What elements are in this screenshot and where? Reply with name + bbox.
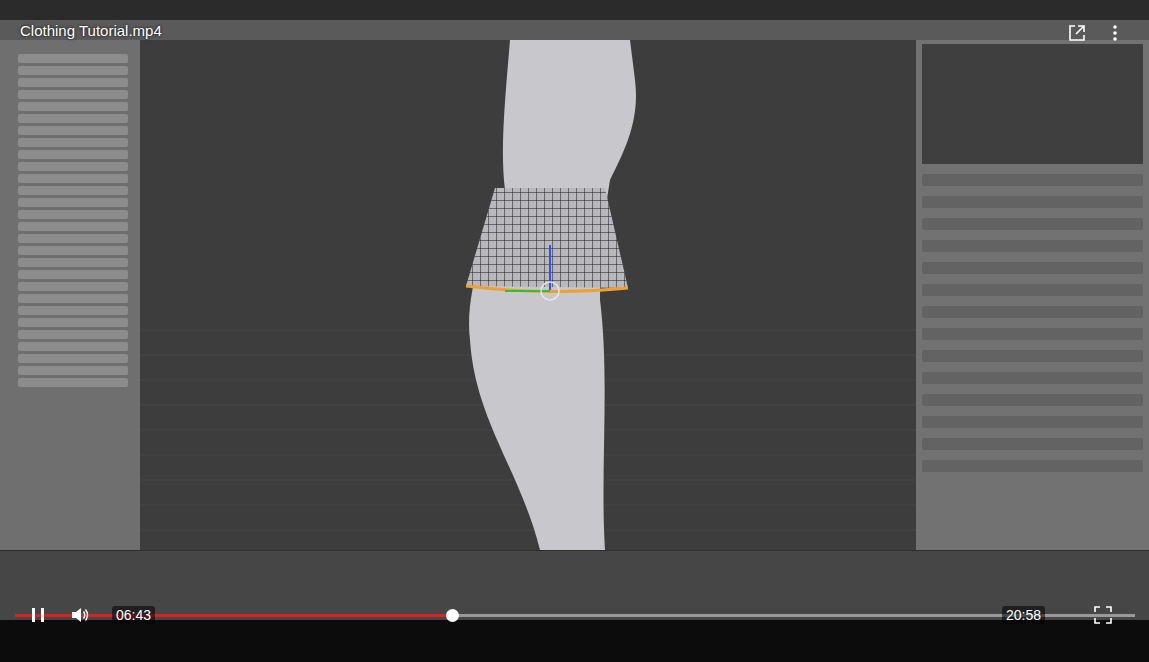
recorded-taskbar: [0, 620, 1149, 662]
recorded-tool-row: [18, 198, 128, 207]
recorded-tool-row: [18, 246, 128, 255]
recorded-tool-row: [18, 138, 128, 147]
recorded-tool-row: [18, 210, 128, 219]
recorded-property-row: [922, 372, 1143, 384]
video-frame: [0, 0, 1149, 662]
recorded-tool-row: [18, 162, 128, 171]
recorded-tool-row: [18, 102, 128, 111]
recorded-property-row: [922, 328, 1143, 340]
recorded-property-row: [922, 416, 1143, 428]
recorded-tool-row: [18, 174, 128, 183]
recorded-tool-row: [18, 234, 128, 243]
recorded-tool-row: [18, 78, 128, 87]
duration: 20:58: [1002, 606, 1045, 624]
recorded-property-row: [922, 394, 1143, 406]
progress-knob[interactable]: [446, 609, 459, 622]
recorded-property-row: [922, 460, 1143, 472]
recorded-property-row: [922, 196, 1143, 208]
recorded-tool-row: [18, 330, 128, 339]
control-bar: 06:43 20:58: [28, 605, 1113, 625]
popout-icon[interactable]: [1067, 23, 1087, 43]
recorded-tool-row: [18, 282, 128, 291]
recorded-tool-row: [18, 222, 128, 231]
more-options-icon[interactable]: [1105, 23, 1125, 43]
recorded-tool-row: [18, 306, 128, 315]
recorded-viewport: [140, 40, 916, 550]
recorded-property-row: [922, 306, 1143, 318]
recorded-property-row: [922, 174, 1143, 186]
recorded-property-row: [922, 284, 1143, 296]
volume-icon[interactable]: [70, 605, 90, 625]
recorded-timeline: [0, 550, 1149, 620]
recorded-property-row: [922, 218, 1143, 230]
recorded-header: [0, 0, 1149, 40]
recorded-tool-row: [18, 54, 128, 63]
recorded-outliner: [922, 44, 1143, 164]
recorded-property-row: [922, 240, 1143, 252]
recorded-tool-row: [18, 318, 128, 327]
recorded-tool-row: [18, 294, 128, 303]
fullscreen-icon[interactable]: [1093, 605, 1113, 625]
progress-bar[interactable]: [15, 614, 1135, 617]
video-player[interactable]: Clothing Tutorial.mp4 06:43 20:58: [0, 0, 1149, 662]
recorded-tool-row: [18, 270, 128, 279]
recorded-tool-panel: [0, 40, 140, 550]
video-title: Clothing Tutorial.mp4: [20, 22, 162, 39]
recorded-tool-row: [18, 354, 128, 363]
recorded-tool-row: [18, 186, 128, 195]
recorded-tool-row: [18, 66, 128, 75]
recorded-tool-row: [18, 342, 128, 351]
recorded-property-row: [922, 262, 1143, 274]
recorded-tool-row: [18, 258, 128, 267]
recorded-tool-row: [18, 150, 128, 159]
recorded-tool-row: [18, 378, 128, 387]
pause-icon[interactable]: [28, 605, 48, 625]
recorded-property-row: [922, 438, 1143, 450]
figure-scene-icon: [140, 40, 916, 550]
recorded-tool-row: [18, 90, 128, 99]
recorded-tool-row: [18, 366, 128, 375]
current-time: 06:43: [112, 606, 155, 624]
recorded-tool-row: [18, 126, 128, 135]
recorded-properties-panel: [916, 40, 1149, 550]
recorded-tool-row: [18, 114, 128, 123]
recorded-property-row: [922, 350, 1143, 362]
